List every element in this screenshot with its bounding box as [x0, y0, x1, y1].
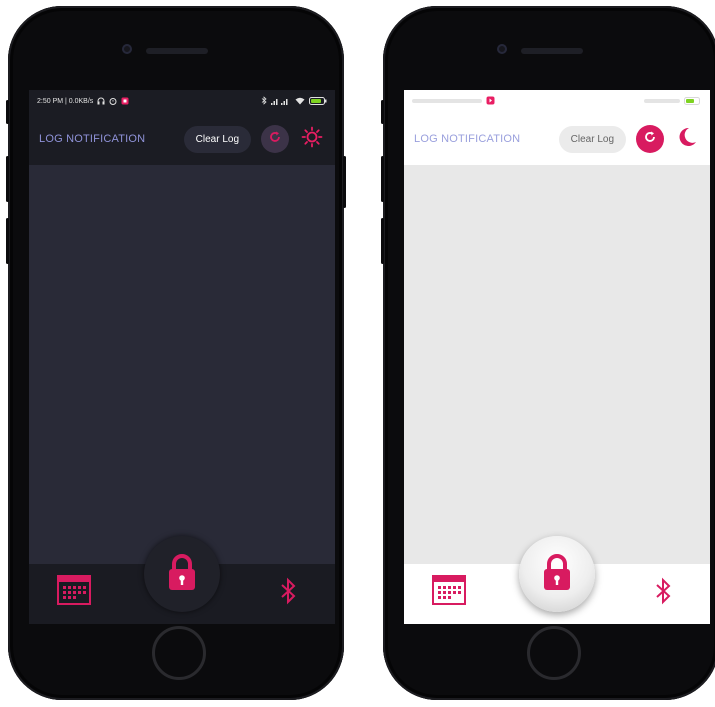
refresh-icon: [643, 130, 657, 149]
phone-light-theme: LOG NOTIFICATION Clear Log: [381, 6, 715, 700]
calendar-button[interactable]: [57, 573, 91, 610]
bluetooth-icon: [654, 577, 672, 610]
earpiece-speaker: [521, 48, 583, 54]
status-bar: 2:50 PM | 0.0KB/s: [29, 90, 335, 113]
volume-down-button: [6, 218, 9, 264]
log-list-area: [29, 165, 335, 564]
battery-icon: [309, 96, 327, 107]
moon-icon: [676, 126, 698, 153]
lock-button[interactable]: [144, 536, 220, 612]
alarm-icon: [109, 97, 117, 107]
page-title: LOG NOTIFICATION: [39, 133, 146, 145]
signal-icon: [271, 97, 291, 107]
page-title: LOG NOTIFICATION: [414, 133, 521, 145]
front-camera: [497, 44, 507, 54]
refresh-icon: [268, 130, 282, 149]
volume-up-button: [381, 156, 384, 202]
clear-log-button[interactable]: Clear Log: [183, 125, 251, 153]
home-button[interactable]: [527, 626, 581, 680]
earpiece-speaker: [146, 48, 208, 54]
clear-log-button[interactable]: Clear Log: [558, 125, 626, 153]
sun-icon: [301, 126, 323, 153]
log-list-area: [404, 165, 710, 564]
bluetooth-icon: [279, 577, 297, 610]
headset-icon: [97, 97, 105, 107]
app-notification-icon: [121, 97, 129, 107]
phone-dark-theme: 2:50 PM | 0.0KB/s LOG NOTIFICATION Clear…: [6, 6, 346, 700]
mute-switch: [381, 100, 384, 124]
bluetooth-button[interactable]: [654, 577, 672, 610]
calendar-button[interactable]: [432, 573, 466, 610]
battery-icon: [684, 96, 702, 107]
refresh-button[interactable]: [636, 125, 664, 153]
theme-toggle-button[interactable]: [674, 126, 700, 152]
refresh-button[interactable]: [261, 125, 289, 153]
status-time: 2:50 PM | 0.0KB/s: [37, 98, 94, 105]
mute-switch: [6, 100, 9, 124]
theme-toggle-button[interactable]: [299, 126, 325, 152]
bluetooth-status-icon: [261, 96, 267, 107]
home-button[interactable]: [152, 626, 206, 680]
calendar-icon: [432, 573, 466, 610]
lock-icon: [167, 553, 197, 596]
screen: LOG NOTIFICATION Clear Log: [404, 90, 710, 624]
app-bar: LOG NOTIFICATION Clear Log: [404, 113, 710, 165]
status-bar: [404, 90, 710, 113]
front-camera: [122, 44, 132, 54]
wifi-icon: [295, 97, 305, 107]
volume-up-button: [6, 156, 9, 202]
volume-down-button: [381, 218, 384, 264]
app-notification-icon: [486, 96, 495, 107]
signal-icon: [644, 97, 680, 107]
status-time-placeholder: [412, 98, 482, 106]
app-bar: LOG NOTIFICATION Clear Log: [29, 113, 335, 165]
screen: 2:50 PM | 0.0KB/s LOG NOTIFICATION Clear…: [29, 90, 335, 624]
lock-icon: [542, 553, 572, 596]
lock-button[interactable]: [519, 536, 595, 612]
power-button: [343, 156, 346, 208]
calendar-icon: [57, 573, 91, 610]
bluetooth-button[interactable]: [279, 577, 297, 610]
